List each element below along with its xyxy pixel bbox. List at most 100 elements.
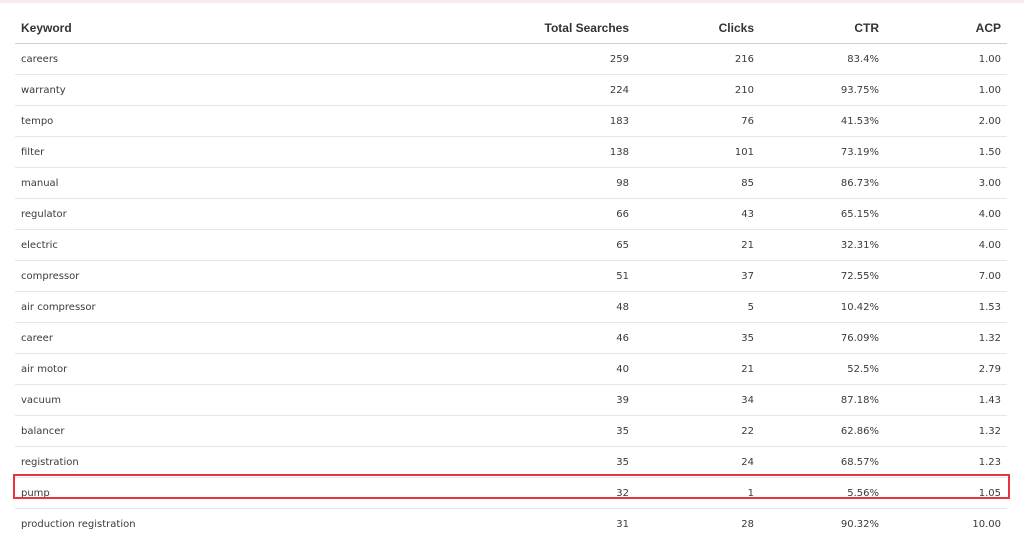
cell-ctr: 93.75% xyxy=(760,74,885,106)
cell-keyword: regulator xyxy=(15,198,435,230)
table-body: careers 259 216 83.4% 1.00 warranty 224 210 93.7… xyxy=(15,43,1007,534)
cell-acp: 2.79 xyxy=(885,353,1007,385)
cell-ctr: 65.15% xyxy=(760,198,885,230)
table-row: careers 259 216 83.4% 1.00 xyxy=(15,43,1007,75)
cell-total-searches: 66 xyxy=(435,198,635,230)
cell-ctr: 62.86% xyxy=(760,415,885,447)
top-accent-strip xyxy=(0,0,1024,3)
table-row: production registration 31 28 90.32% 10.00 xyxy=(15,508,1007,534)
cell-acp: 1.32 xyxy=(885,322,1007,354)
cell-keyword: vacuum xyxy=(15,384,435,416)
cell-keyword: pump xyxy=(15,477,435,509)
cell-keyword: electric xyxy=(15,229,435,261)
cell-total-searches: 224 xyxy=(435,74,635,106)
cell-total-searches: 65 xyxy=(435,229,635,261)
cell-keyword: registration xyxy=(15,446,435,478)
table-row: balancer 35 22 62.86% 1.32 xyxy=(15,415,1007,447)
cell-clicks: 1 xyxy=(635,477,760,509)
table-row: career 46 35 76.09% 1.32 xyxy=(15,322,1007,354)
table-row: air compressor 48 5 10.42% 1.53 xyxy=(15,291,1007,323)
cell-total-searches: 259 xyxy=(435,43,635,75)
cell-acp: 1.00 xyxy=(885,43,1007,75)
cell-acp: 4.00 xyxy=(885,229,1007,261)
cell-clicks: 210 xyxy=(635,74,760,106)
cell-total-searches: 35 xyxy=(435,415,635,447)
cell-total-searches: 40 xyxy=(435,353,635,385)
cell-keyword: air compressor xyxy=(15,291,435,323)
cell-clicks: 37 xyxy=(635,260,760,292)
cell-clicks: 21 xyxy=(635,229,760,261)
keyword-stats-table: Keyword Total Searches Clicks CTR ACP ca… xyxy=(15,13,1007,534)
cell-acp: 1.32 xyxy=(885,415,1007,447)
cell-acp: 3.00 xyxy=(885,167,1007,199)
table-row: registration 35 24 68.57% 1.23 xyxy=(15,446,1007,478)
cell-keyword: manual xyxy=(15,167,435,199)
cell-total-searches: 39 xyxy=(435,384,635,416)
cell-keyword: balancer xyxy=(15,415,435,447)
cell-clicks: 85 xyxy=(635,167,760,199)
cell-total-searches: 46 xyxy=(435,322,635,354)
cell-clicks: 216 xyxy=(635,43,760,75)
table-row: manual 98 85 86.73% 3.00 xyxy=(15,167,1007,199)
cell-ctr: 86.73% xyxy=(760,167,885,199)
cell-total-searches: 98 xyxy=(435,167,635,199)
header-total-searches[interactable]: Total Searches xyxy=(435,13,635,44)
cell-total-searches: 31 xyxy=(435,508,635,534)
cell-ctr: 32.31% xyxy=(760,229,885,261)
table-row: pump 32 1 5.56% 1.05 xyxy=(15,477,1007,509)
cell-ctr: 90.32% xyxy=(760,508,885,534)
cell-clicks: 21 xyxy=(635,353,760,385)
cell-ctr: 5.56% xyxy=(760,477,885,509)
cell-clicks: 101 xyxy=(635,136,760,168)
table-row: filter 138 101 73.19% 1.50 xyxy=(15,136,1007,168)
cell-clicks: 76 xyxy=(635,105,760,137)
table-header-row: Keyword Total Searches Clicks CTR ACP xyxy=(15,13,1007,44)
cell-clicks: 43 xyxy=(635,198,760,230)
cell-total-searches: 35 xyxy=(435,446,635,478)
cell-acp: 1.00 xyxy=(885,74,1007,106)
cell-acp: 1.43 xyxy=(885,384,1007,416)
cell-total-searches: 48 xyxy=(435,291,635,323)
cell-ctr: 68.57% xyxy=(760,446,885,478)
cell-acp: 1.50 xyxy=(885,136,1007,168)
header-clicks[interactable]: Clicks xyxy=(635,13,760,44)
cell-keyword: compressor xyxy=(15,260,435,292)
cell-clicks: 5 xyxy=(635,291,760,323)
keyword-table-container: Keyword Total Searches Clicks CTR ACP ca… xyxy=(15,13,1007,534)
cell-acp: 4.00 xyxy=(885,198,1007,230)
cell-keyword: air motor xyxy=(15,353,435,385)
cell-ctr: 72.55% xyxy=(760,260,885,292)
table-row: compressor 51 37 72.55% 7.00 xyxy=(15,260,1007,292)
table-row: regulator 66 43 65.15% 4.00 xyxy=(15,198,1007,230)
cell-clicks: 34 xyxy=(635,384,760,416)
table-row: air motor 40 21 52.5% 2.79 xyxy=(15,353,1007,385)
header-acp[interactable]: ACP xyxy=(885,13,1007,44)
cell-total-searches: 32 xyxy=(435,477,635,509)
cell-ctr: 76.09% xyxy=(760,322,885,354)
cell-keyword: tempo xyxy=(15,105,435,137)
cell-clicks: 22 xyxy=(635,415,760,447)
cell-keyword: careers xyxy=(15,43,435,75)
table-row: electric 65 21 32.31% 4.00 xyxy=(15,229,1007,261)
cell-acp: 1.53 xyxy=(885,291,1007,323)
cell-keyword: warranty xyxy=(15,74,435,106)
cell-keyword: career xyxy=(15,322,435,354)
cell-acp: 10.00 xyxy=(885,508,1007,534)
cell-acp: 1.23 xyxy=(885,446,1007,478)
cell-clicks: 35 xyxy=(635,322,760,354)
cell-clicks: 24 xyxy=(635,446,760,478)
cell-ctr: 73.19% xyxy=(760,136,885,168)
table-row: tempo 183 76 41.53% 2.00 xyxy=(15,105,1007,137)
cell-total-searches: 183 xyxy=(435,105,635,137)
cell-total-searches: 51 xyxy=(435,260,635,292)
header-keyword[interactable]: Keyword xyxy=(15,13,435,44)
cell-keyword: production registration xyxy=(15,508,435,534)
cell-ctr: 10.42% xyxy=(760,291,885,323)
cell-ctr: 52.5% xyxy=(760,353,885,385)
header-ctr[interactable]: CTR xyxy=(760,13,885,44)
table-row: warranty 224 210 93.75% 1.00 xyxy=(15,74,1007,106)
cell-ctr: 41.53% xyxy=(760,105,885,137)
cell-keyword: filter xyxy=(15,136,435,168)
cell-clicks: 28 xyxy=(635,508,760,534)
cell-ctr: 83.4% xyxy=(760,43,885,75)
